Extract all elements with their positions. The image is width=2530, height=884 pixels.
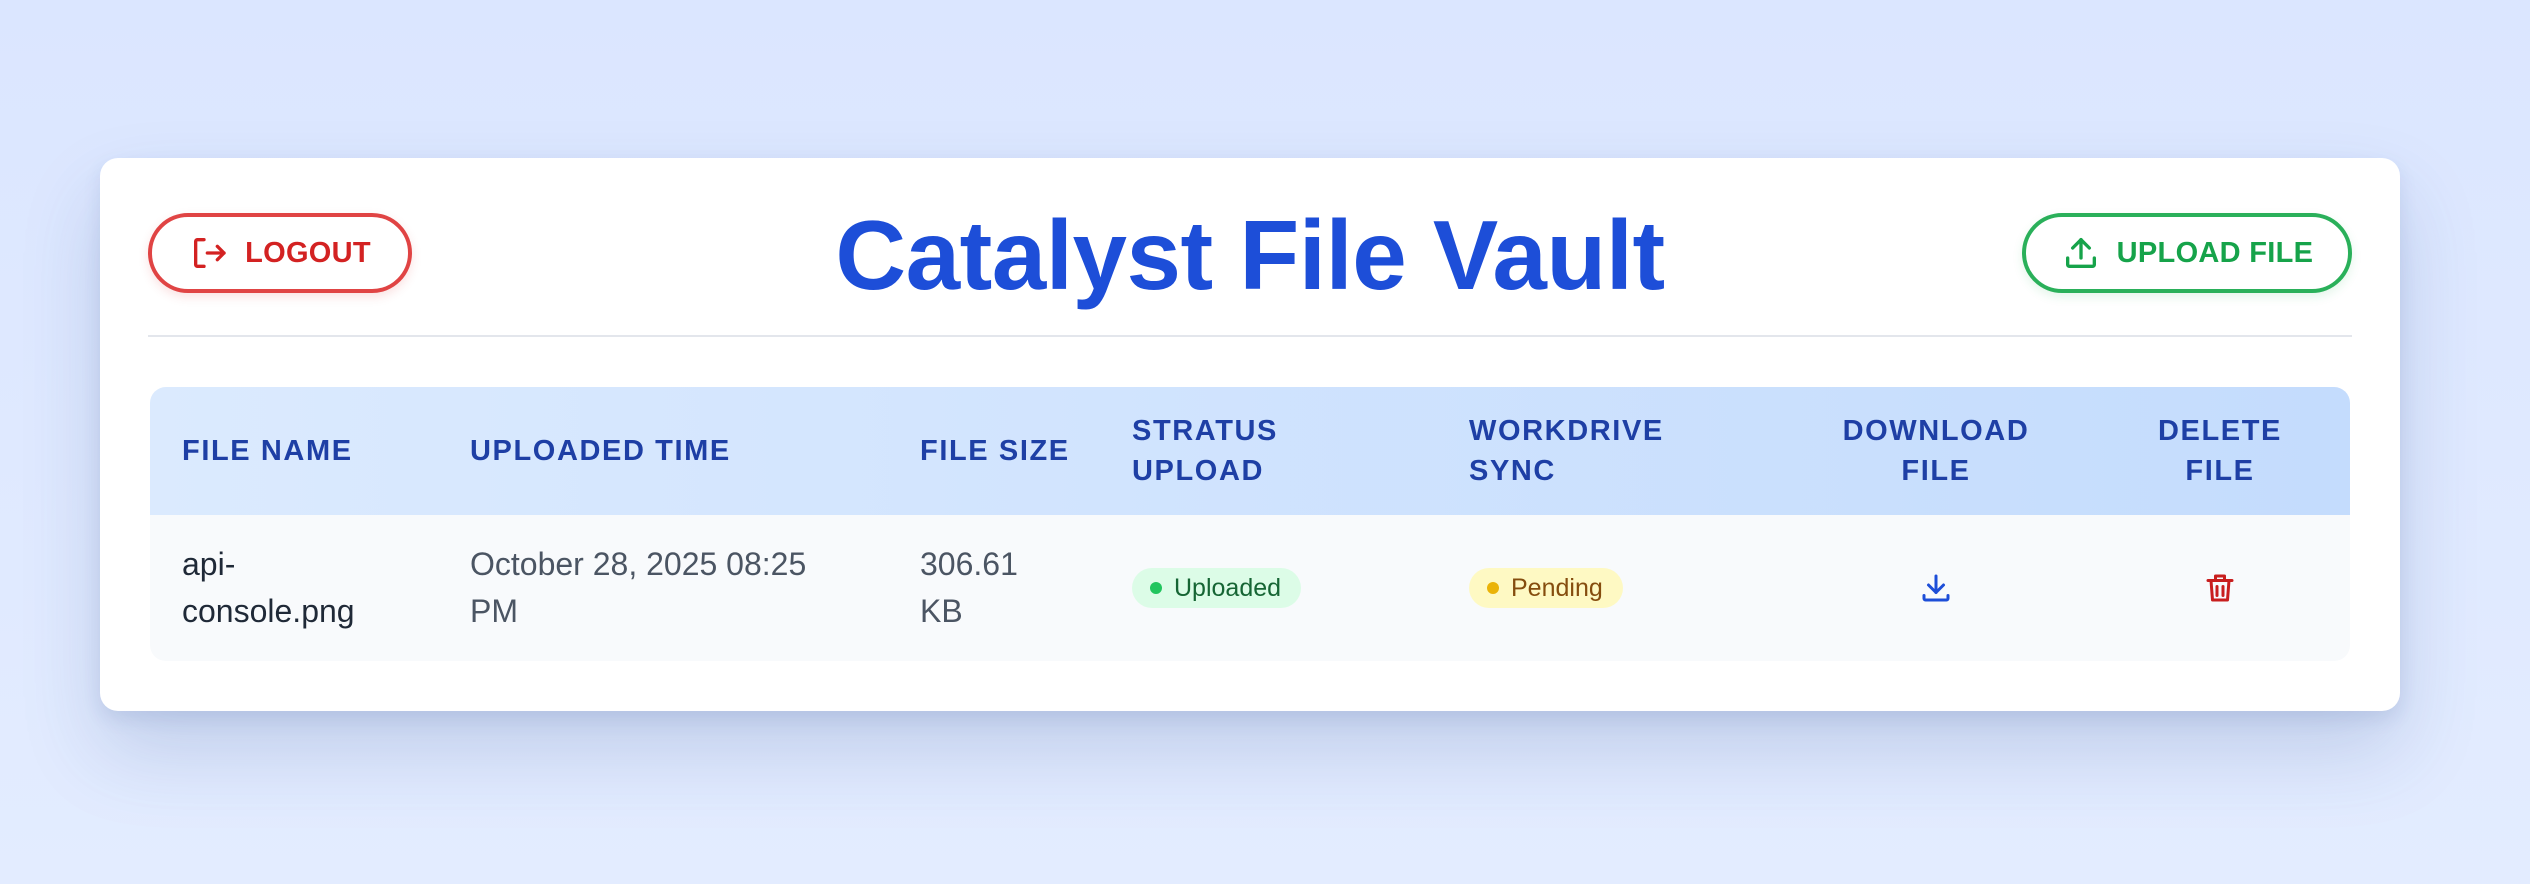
stratus-upload-cell: Uploaded <box>1132 515 1432 661</box>
workdrive-status-badge: Pending <box>1469 568 1623 608</box>
trash-icon[interactable] <box>2198 566 2242 610</box>
files-table: FILE NAME UPLOADED TIME FILE SIZE STRATU… <box>150 387 2350 661</box>
column-header-uploaded-time: UPLOADED TIME <box>470 435 731 467</box>
delete-cell <box>2085 515 2350 661</box>
table-row: api- console.png October 28, 2025 08:25 … <box>150 515 2350 661</box>
uploaded-time-cell: October 28, 2025 08:25 PM <box>470 546 807 629</box>
column-header-delete-file: DELETE FILE <box>2158 415 2282 487</box>
file-size-cell: 306.61 KB <box>920 546 1018 629</box>
workdrive-sync-cell: Pending <box>1469 515 1769 661</box>
column-header-stratus-upload: STRATUS UPLOAD <box>1132 415 1278 487</box>
status-dot-icon <box>1150 582 1162 594</box>
download-cell <box>1786 515 2086 661</box>
header-divider <box>148 335 2352 337</box>
column-header-file-name: FILE NAME <box>182 435 353 467</box>
status-dot-icon <box>1487 582 1499 594</box>
download-icon[interactable] <box>1914 566 1958 610</box>
upload-icon <box>2061 233 2101 273</box>
column-header-download-file: DOWNLOAD FILE <box>1842 415 2030 487</box>
column-header-file-size: FILE SIZE <box>920 435 1070 467</box>
file-vault-card: LOGOUT Catalyst File Vault UPLOAD FILE F… <box>100 158 2400 711</box>
upload-file-label: UPLOAD FILE <box>2116 236 2314 269</box>
file-name-cell: api- console.png <box>182 546 355 629</box>
column-header-workdrive-sync: WORKDRIVE SYNC <box>1469 415 1664 487</box>
stratus-status-badge: Uploaded <box>1132 568 1302 608</box>
table-header: FILE NAME UPLOADED TIME FILE SIZE STRATU… <box>150 387 2350 515</box>
upload-file-button[interactable]: UPLOAD FILE <box>2022 213 2352 293</box>
